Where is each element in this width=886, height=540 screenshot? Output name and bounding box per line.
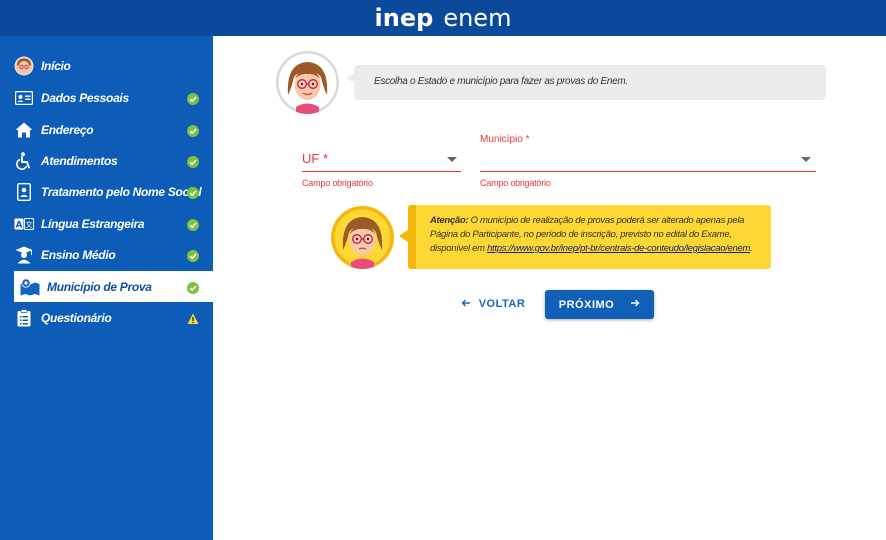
sidebar-item-endereco[interactable]: Endereço xyxy=(0,114,213,145)
map-pin-icon xyxy=(20,277,40,297)
sidebar-item-label: Atendimentos xyxy=(41,153,118,168)
municipio-underline xyxy=(480,171,816,172)
sidebar-item-label: Questionário xyxy=(41,310,112,325)
attention-avatar xyxy=(331,206,394,269)
check-icon xyxy=(187,281,199,294)
svg-text:文: 文 xyxy=(26,220,33,229)
check-icon xyxy=(187,155,199,168)
sidebar-item-label: Língua Estrangeira xyxy=(41,216,145,231)
sidebar-item-label: Endereço xyxy=(41,122,94,137)
warning-icon xyxy=(187,312,199,324)
sidebar-item-questionario[interactable]: Questionário xyxy=(0,302,213,333)
sidebar-item-dados-pessoais[interactable]: Dados Pessoais xyxy=(0,82,213,113)
check-icon xyxy=(187,249,199,262)
avatar-icon xyxy=(14,56,34,76)
chevron-down-icon xyxy=(801,157,811,162)
arrow-left-icon xyxy=(461,298,471,311)
accessibility-icon xyxy=(14,151,34,171)
sidebar-item-municipio-de-prova[interactable]: Município de Prova xyxy=(14,271,213,302)
municipio-select[interactable]: Município * Campo obrigatório xyxy=(480,134,816,190)
next-button[interactable]: PRÓXIMO xyxy=(545,290,654,319)
top-header: inep enem xyxy=(0,0,886,36)
assistant-avatar xyxy=(276,51,339,114)
check-icon xyxy=(187,124,199,137)
graduate-icon xyxy=(14,245,34,265)
back-button-label: VOLTAR xyxy=(478,298,526,310)
attention-text: Atenção: O município de realização de pr… xyxy=(430,214,764,256)
instruction-bubble: Escolha o Estado e município para fazer … xyxy=(354,65,826,100)
id-card-icon xyxy=(14,88,34,108)
sidebar-item-inicio[interactable]: Início xyxy=(0,50,213,81)
uf-underline xyxy=(302,171,461,172)
back-button[interactable]: VOLTAR xyxy=(458,292,528,316)
home-icon xyxy=(14,120,34,140)
sidebar-item-label: Tratamento pelo Nome Social xyxy=(41,184,202,199)
sidebar-item-label: Ensino Médio xyxy=(41,247,116,262)
sidebar-item-ensino-medio[interactable]: Ensino Médio xyxy=(0,239,213,270)
uf-select[interactable]: UF * Campo obrigatório xyxy=(302,140,461,190)
sidebar-item-label: Município de Prova xyxy=(47,279,152,294)
arrow-right-icon xyxy=(630,298,640,311)
check-icon xyxy=(187,218,199,231)
attention-title: Atenção: xyxy=(430,215,469,226)
badge-icon xyxy=(14,182,34,202)
svg-text:A: A xyxy=(16,220,23,230)
logo-enem-text: enem xyxy=(443,4,512,32)
instruction-text: Escolha o Estado e município para fazer … xyxy=(374,76,628,87)
municipio-label: Município * xyxy=(480,134,530,145)
check-icon xyxy=(187,92,199,105)
check-icon xyxy=(187,186,199,199)
sidebar-item-lingua-estrangeira[interactable]: A文 Língua Estrangeira xyxy=(0,208,213,239)
attention-link[interactable]: https://www.gov.br/inep/pt-br/centrais-d… xyxy=(487,243,750,254)
warning-accent-bar xyxy=(408,205,416,269)
municipio-error: Campo obrigatório xyxy=(480,178,551,188)
next-button-label: PRÓXIMO xyxy=(558,298,615,311)
translate-icon: A文 xyxy=(14,214,34,234)
sidebar-item-label: Início xyxy=(41,58,71,73)
chevron-down-icon xyxy=(447,157,457,162)
sidebar-item-atendimentos[interactable]: Atendimentos xyxy=(0,145,213,176)
inep-enem-logo: inep enem xyxy=(375,4,512,32)
attention-notice: Atenção: O município de realização de pr… xyxy=(408,205,771,269)
clipboard-icon xyxy=(14,308,34,328)
uf-error: Campo obrigatório xyxy=(302,178,373,188)
sidebar-item-nome-social[interactable]: Tratamento pelo Nome Social xyxy=(0,176,213,207)
uf-label: UF * xyxy=(302,151,328,166)
logo-inep-text: inep xyxy=(374,4,434,32)
attention-end: . xyxy=(750,243,753,254)
sidebar: Início Dados Pessoais Endereço Atendimen… xyxy=(0,36,213,540)
sidebar-item-label: Dados Pessoais xyxy=(41,90,129,105)
